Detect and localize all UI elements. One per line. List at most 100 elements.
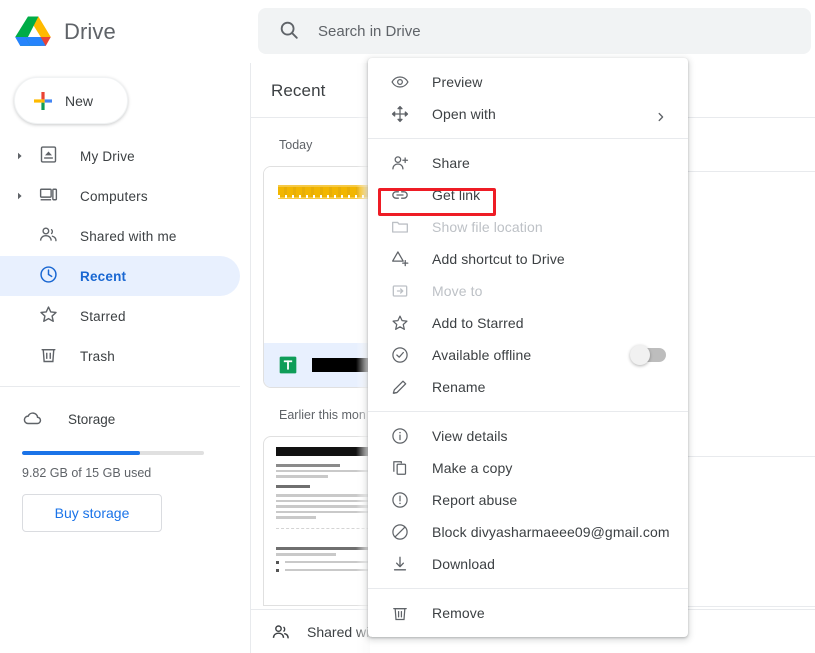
chevron-right-icon[interactable] [12,188,28,204]
sidebar: New My Drive [0,63,250,653]
my-drive-icon [38,144,62,168]
google-drive-logo [14,15,52,49]
brand-area: Drive [0,0,250,63]
menu-item-rename[interactable]: Rename [368,371,688,403]
menu-item-label: Preview [432,74,483,90]
menu-item-download[interactable]: Download [368,548,688,580]
info-icon [390,426,410,446]
sidebar-item-recent[interactable]: Recent [0,256,240,296]
menu-item-show-file-location: Show file location [368,211,688,243]
menu-item-share[interactable]: Share [368,147,688,179]
menu-item-available-offline[interactable]: Available offline [368,339,688,371]
menu-item-label: Share [432,155,470,171]
storage-usage-text: 9.82 GB of 15 GB used [22,466,250,480]
file-context-menu: Preview Open with [368,58,688,637]
menu-item-make-a-copy[interactable]: Make a copy [368,452,688,484]
trash-icon [38,344,62,368]
toggle-knob [630,345,650,365]
search-icon [278,19,302,43]
plus-icon [31,89,55,113]
search-input[interactable] [318,23,801,40]
menu-item-label: Available offline [432,347,531,363]
offline-check-icon [390,345,410,365]
chevron-right-icon[interactable] [12,148,28,164]
storage-progress-fill [22,451,140,455]
computers-icon [38,184,62,208]
eye-icon [390,72,410,92]
menu-item-label: Add to Starred [432,315,524,331]
menu-separator [368,411,688,412]
new-button[interactable]: New [14,77,128,124]
download-icon [390,554,410,574]
menu-separator [368,138,688,139]
sidebar-nav: My Drive Computers [0,136,250,376]
move-to-icon [390,281,410,301]
menu-item-label: Get link [432,187,480,203]
menu-item-add-to-starred[interactable]: Add to Starred [368,307,688,339]
sidebar-right-border [250,63,251,653]
menu-item-open-with[interactable]: Open with [368,98,688,130]
cloud-icon [22,407,46,431]
new-button-label: New [65,93,93,109]
sidebar-item-computers[interactable]: Computers [0,176,240,216]
menu-item-block-user[interactable]: Block divyasharmaeee09@gmail.com [368,516,688,548]
menu-item-move-to: Move to [368,275,688,307]
menu-item-remove[interactable]: Remove [368,597,688,629]
storage-label: Storage [68,412,115,427]
menu-item-label: Move to [432,283,483,299]
menu-separator [368,588,688,589]
add-shortcut-icon [390,249,410,269]
app-title: Drive [64,19,116,45]
menu-item-label: Remove [432,605,485,621]
sidebar-item-my-drive[interactable]: My Drive [0,136,240,176]
storage-section: Storage 9.82 GB of 15 GB used Buy storag… [0,399,250,532]
sidebar-item-label: Shared with me [80,229,177,244]
available-offline-toggle[interactable] [632,348,666,362]
menu-item-label: Show file location [432,219,543,235]
sidebar-item-label: Computers [80,189,148,204]
sidebar-item-shared-with-me[interactable]: Shared with me [0,216,240,256]
pencil-icon [390,377,410,397]
star-icon [390,313,410,333]
person-add-icon [390,153,410,173]
storage-link[interactable]: Storage [0,399,250,439]
sidebar-item-starred[interactable]: Starred [0,296,240,336]
warning-icon [390,490,410,510]
open-with-icon [390,104,410,124]
menu-item-label: Rename [432,379,486,395]
block-icon [390,522,410,542]
shared-with-me-icon [38,224,62,248]
chevron-right-icon [656,109,666,119]
sidebar-item-label: Trash [80,349,115,364]
search-bar[interactable] [258,8,811,54]
shared-with-me-icon [271,622,291,642]
menu-item-label: View details [432,428,508,444]
sidebar-divider-line [0,386,240,387]
buy-storage-button[interactable]: Buy storage [22,494,162,532]
app-header: Drive [0,0,815,63]
menu-item-label: Add shortcut to Drive [432,251,565,267]
menu-item-report-abuse[interactable]: Report abuse [368,484,688,516]
storage-progress-track [22,451,204,455]
menu-item-label: Open with [432,106,496,122]
menu-item-view-details[interactable]: View details [368,420,688,452]
sidebar-item-label: My Drive [80,149,135,164]
sheets-icon [278,355,298,375]
star-icon [38,304,62,328]
link-icon [390,185,410,205]
sidebar-item-label: Starred [80,309,126,324]
clock-icon [38,264,62,288]
sidebar-item-label: Recent [80,269,126,284]
menu-item-get-link[interactable]: Get link [368,179,688,211]
menu-item-preview[interactable]: Preview [368,66,688,98]
folder-icon [390,217,410,237]
trash-icon [390,603,410,623]
sidebar-item-trash[interactable]: Trash [0,336,240,376]
copy-icon [390,458,410,478]
menu-item-label: Make a copy [432,460,512,476]
menu-item-label: Download [432,556,495,572]
menu-item-add-shortcut-to-drive[interactable]: Add shortcut to Drive [368,243,688,275]
menu-item-label: Block divyasharmaeee09@gmail.com [432,524,670,540]
google-drive-window: Drive New [0,0,815,653]
menu-item-label: Report abuse [432,492,517,508]
